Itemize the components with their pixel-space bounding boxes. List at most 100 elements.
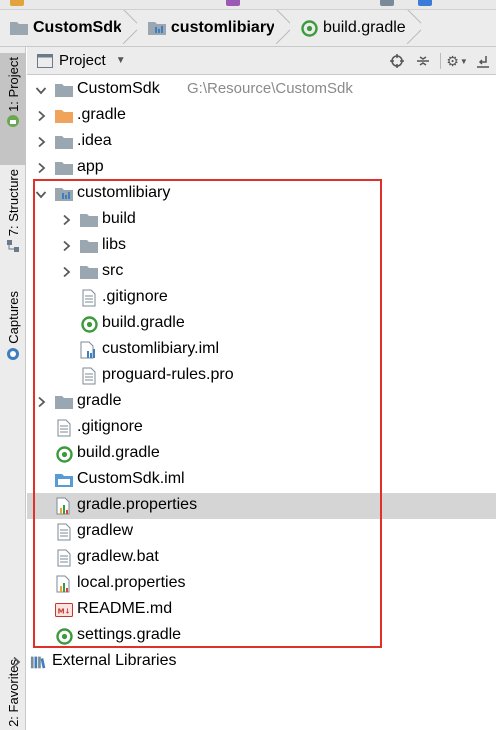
view-selector[interactable]: Project ▼ bbox=[37, 52, 126, 69]
tree-item-label: app bbox=[77, 158, 104, 175]
tree-item[interactable]: src bbox=[27, 259, 496, 285]
tree-item[interactable]: gradle.properties bbox=[27, 493, 496, 519]
tree-item[interactable]: settings.gradle bbox=[27, 623, 496, 649]
tree-item[interactable]: .gradle bbox=[27, 103, 496, 129]
tree-item-label: External Libraries bbox=[52, 652, 177, 669]
tree-item[interactable]: libs bbox=[27, 233, 496, 259]
tree-item[interactable]: build.gradle bbox=[27, 441, 496, 467]
breadcrumb: CustomSdk customlibiary build.gradle bbox=[0, 10, 496, 47]
folder-icon bbox=[10, 21, 28, 35]
tree-item-label: customlibiary bbox=[77, 184, 171, 201]
search-icon[interactable] bbox=[380, 0, 394, 6]
tree-item-label: README.md bbox=[77, 600, 173, 617]
tree-root-project[interactable]: CustomSdk G:\Resource\CustomSdk bbox=[27, 77, 496, 103]
tree-item[interactable]: customlibiary bbox=[27, 181, 496, 207]
sidebar-tab-favorites[interactable]: 2: Favorites ★ bbox=[0, 659, 26, 730]
project-tree: CustomSdk G:\Resource\CustomSdk .gradle .id… bbox=[13, 75, 496, 730]
panel-title: Project bbox=[59, 52, 106, 69]
text-file-icon bbox=[55, 523, 73, 541]
breadcrumb-item-file[interactable]: build.gradle bbox=[291, 10, 412, 47]
breadcrumb-item-module[interactable]: customlibiary bbox=[138, 10, 281, 47]
tree-item[interactable]: .gitignore bbox=[27, 415, 496, 441]
chevron-right-icon[interactable] bbox=[34, 161, 48, 175]
sidebar-tab-label: Captures bbox=[5, 291, 21, 344]
text-file-icon bbox=[80, 367, 98, 385]
tree-item[interactable]: .gitignore bbox=[27, 285, 496, 311]
breadcrumb-label: customlibiary bbox=[170, 19, 275, 36]
project-view-icon bbox=[37, 53, 53, 68]
svg-text:M↓: M↓ bbox=[58, 608, 71, 616]
structure-icon bbox=[6, 239, 20, 257]
sidebar-tab-captures[interactable]: Captures bbox=[0, 291, 26, 375]
tree-item-label: build.gradle bbox=[102, 314, 185, 331]
sidebar-tab-structure[interactable]: 7: Structure bbox=[0, 169, 26, 269]
cut-icon[interactable] bbox=[226, 0, 240, 6]
chevron-right-icon[interactable] bbox=[9, 655, 23, 669]
folder-icon bbox=[80, 237, 98, 255]
module-folder-icon bbox=[55, 185, 73, 203]
tree-item[interactable]: CustomSdk.iml bbox=[27, 467, 496, 493]
folder-icon bbox=[80, 263, 98, 281]
open-folder-icon[interactable] bbox=[10, 0, 24, 6]
iml-module-icon bbox=[55, 471, 73, 489]
tree-item[interactable]: app bbox=[27, 155, 496, 181]
tree-item[interactable]: gradle bbox=[27, 389, 496, 415]
chevron-right-icon[interactable] bbox=[34, 135, 48, 149]
tree-item-label: gradle bbox=[77, 392, 122, 409]
tree-item-label: CustomSdk bbox=[77, 80, 160, 97]
gradle-icon bbox=[80, 315, 98, 333]
tree-item[interactable]: M↓ README.md bbox=[27, 597, 496, 623]
sidebar-tab-label: 1: Project bbox=[5, 57, 21, 112]
tree-item-label: libs bbox=[102, 236, 127, 253]
tree-item[interactable]: build bbox=[27, 207, 496, 233]
folder-icon bbox=[55, 133, 73, 151]
back-icon[interactable] bbox=[418, 0, 432, 6]
target-icon[interactable] bbox=[384, 47, 410, 75]
tree-item[interactable]: customlibiary.iml bbox=[27, 337, 496, 363]
tree-item-label: gradle.properties bbox=[77, 496, 198, 513]
chevron-right-icon[interactable] bbox=[59, 265, 73, 279]
gradle-icon bbox=[55, 627, 73, 645]
sidebar-tab-label: 2: Favorites bbox=[5, 659, 21, 727]
tree-item-label: settings.gradle bbox=[77, 626, 182, 643]
breadcrumb-item-project[interactable]: CustomSdk bbox=[0, 10, 128, 47]
tree-item-label: local.properties bbox=[77, 574, 186, 591]
folder-icon bbox=[55, 81, 73, 99]
panel-toolbar: ⚙ ▼ bbox=[384, 47, 496, 75]
gear-icon[interactable]: ⚙ ▼ bbox=[444, 47, 470, 75]
chevron-right-icon[interactable] bbox=[59, 213, 73, 227]
tree-item-label: src bbox=[102, 262, 124, 279]
markdown-file-icon: M↓ bbox=[55, 601, 73, 619]
text-file-icon bbox=[55, 549, 73, 567]
toolbar-separator bbox=[436, 47, 444, 75]
tool-window-sidebar: 1: Project 7: Structure Captures 2: Favo… bbox=[0, 47, 26, 730]
tree-item[interactable]: local.properties bbox=[27, 571, 496, 597]
tree-item[interactable]: .idea bbox=[27, 129, 496, 155]
tree-item-label: customlibiary.iml bbox=[102, 340, 220, 357]
tree-item-label: .gitignore bbox=[102, 288, 168, 305]
project-panel-header: Project ▼ ⚙ ▼ bbox=[27, 47, 496, 75]
collapse-icon[interactable] bbox=[410, 47, 436, 75]
properties-file-icon bbox=[55, 497, 73, 515]
sidebar-tab-project[interactable]: 1: Project bbox=[0, 53, 26, 165]
tree-item[interactable]: proguard-rules.pro bbox=[27, 363, 496, 389]
module-folder-icon bbox=[147, 21, 166, 35]
chevron-right-icon[interactable] bbox=[34, 395, 48, 409]
project-path: G:\Resource\CustomSdk bbox=[187, 80, 353, 97]
chevron-down-icon[interactable] bbox=[34, 83, 48, 97]
tree-item[interactable]: gradlew.bat bbox=[27, 545, 496, 571]
gradle-icon bbox=[301, 19, 318, 37]
tree-external-libraries[interactable]: External Libraries bbox=[13, 649, 496, 675]
folder-icon bbox=[55, 159, 73, 177]
tree-item[interactable]: build.gradle bbox=[27, 311, 496, 337]
sidebar-tab-label: 7: Structure bbox=[5, 169, 21, 237]
hide-icon[interactable] bbox=[470, 47, 496, 75]
tree-item-label: gradlew.bat bbox=[77, 548, 159, 565]
chevron-right-icon[interactable] bbox=[34, 109, 48, 123]
text-file-icon bbox=[80, 289, 98, 307]
chevron-down-icon[interactable] bbox=[34, 187, 48, 201]
chevron-right-icon[interactable] bbox=[59, 239, 73, 253]
libraries-icon bbox=[30, 653, 48, 671]
text-file-icon bbox=[55, 419, 73, 437]
tree-item[interactable]: gradlew bbox=[27, 519, 496, 545]
